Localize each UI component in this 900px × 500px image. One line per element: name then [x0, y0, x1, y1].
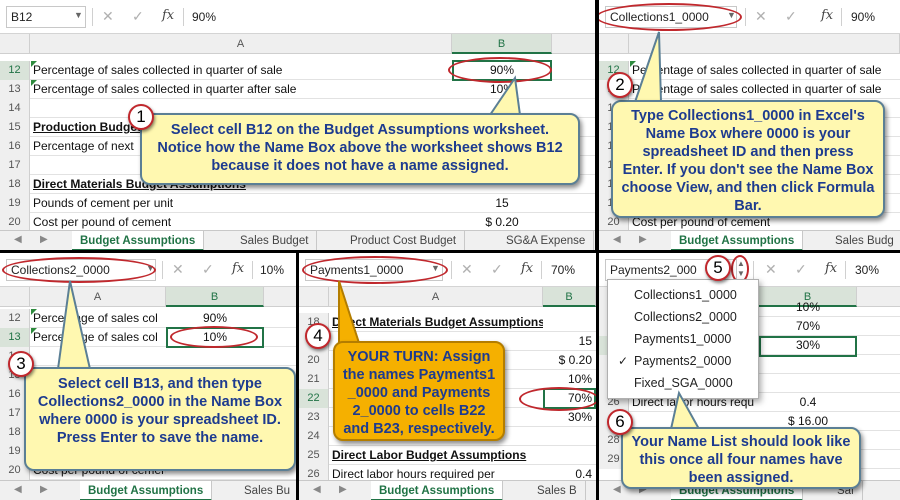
step-number-badge: 3: [8, 351, 34, 377]
instruction-callout: Type Collections1_0000 in Excel's Name B…: [611, 100, 885, 218]
panel-step-2: Collections1_0000 ▼ ✕ ✓ fx 90% 12 Percent…: [599, 0, 900, 250]
panel-step-4: Payments1_0000 ▼ ✕ ✓ fx 70% A B 18 Direct…: [299, 253, 596, 500]
step-number-badge: 2: [607, 72, 633, 98]
instruction-callout: YOUR TURN: Assign the names Payments1 _0…: [333, 341, 505, 441]
panel-step-5-6: Payments2_000 ▲ ▼ ✕ ✓ fx 30% B 2110%2270…: [599, 253, 900, 500]
instruction-callout: Select cell B13, and then type Collectio…: [24, 367, 296, 471]
step-number-badge: 4: [305, 323, 331, 349]
step-number-badge-6: 6: [607, 409, 633, 435]
instruction-callout: Your Name List should look like this onc…: [621, 427, 861, 489]
step-number-badge-5: 5: [705, 255, 731, 281]
panel-step-1: B12 ▼ ✕ ✓ fx 90% A B 12 Percentage of sal…: [0, 0, 595, 250]
instruction-callout: Select cell B12 on the Budget Assumption…: [140, 113, 580, 185]
step-number-badge: 1: [128, 104, 154, 130]
panel-step-3: Collections2_0000 ▼ ✕ ✓ fx 10% A B 12 Per…: [0, 253, 296, 500]
